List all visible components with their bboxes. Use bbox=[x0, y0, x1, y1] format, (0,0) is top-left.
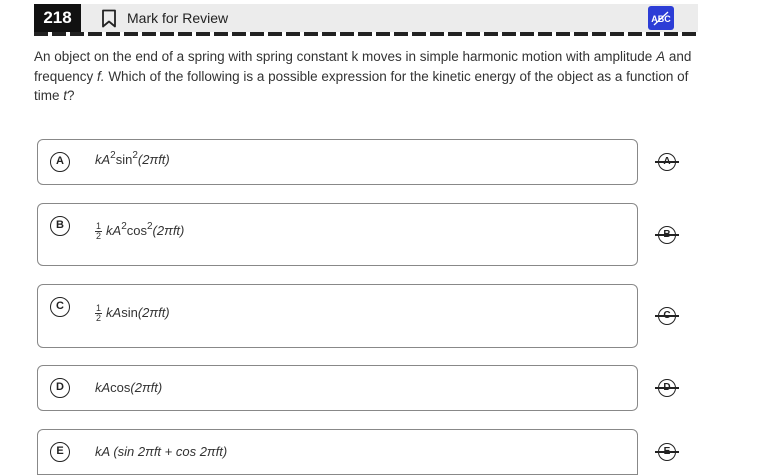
eliminate-a-button[interactable]: A bbox=[655, 153, 679, 171]
choice-e-expression: kA (sin 2πft + cos 2πft) bbox=[95, 444, 228, 459]
abc-strike-icon: ABC bbox=[651, 11, 671, 26]
bookmark-icon[interactable] bbox=[101, 9, 117, 28]
choice-c[interactable]: C 1 2 kAsin(2πft) bbox=[37, 284, 638, 348]
fraction-one-half: 12 bbox=[95, 221, 103, 241]
choice-c-expression: 1 2 kAsin(2πft) bbox=[95, 303, 170, 323]
choice-letter-e: E bbox=[50, 442, 70, 462]
eliminate-c-button[interactable]: C bbox=[655, 307, 679, 325]
choice-e[interactable]: E kA (sin 2πft + cos 2πft) bbox=[37, 429, 638, 475]
question-header: 218 Mark for Review ABC bbox=[34, 4, 698, 32]
choice-letter-b: B bbox=[50, 216, 70, 236]
choice-letter-d: D bbox=[50, 378, 70, 398]
choice-d[interactable]: D kAcos(2πft) bbox=[37, 365, 638, 411]
choice-b-expression: 1 2 kA2cos2(2πft) bbox=[95, 220, 185, 241]
choice-d-expression: kAcos(2πft) bbox=[95, 380, 163, 395]
choice-a-expression: kA2sin2(2πft) bbox=[95, 150, 170, 168]
eliminate-e-button[interactable]: E bbox=[655, 443, 679, 461]
choice-letter-a: A bbox=[50, 152, 70, 172]
question-text: An object on the end of a spring with sp… bbox=[34, 49, 692, 103]
choice-b[interactable]: B 1 2 kA2cos2(2πft) bbox=[37, 203, 638, 266]
choice-letter-c: C bbox=[50, 297, 70, 317]
fraction-one-half: 12 bbox=[95, 303, 103, 323]
mark-for-review-label[interactable]: Mark for Review bbox=[127, 10, 228, 26]
eliminate-b-button[interactable]: B bbox=[655, 226, 679, 244]
abc-eliminator-button[interactable]: ABC bbox=[648, 6, 674, 30]
eliminate-d-button[interactable]: D bbox=[655, 379, 679, 397]
question-number: 218 bbox=[34, 4, 81, 32]
header-divider bbox=[34, 32, 698, 36]
choice-a[interactable]: A kA2sin2(2πft) bbox=[37, 139, 638, 185]
